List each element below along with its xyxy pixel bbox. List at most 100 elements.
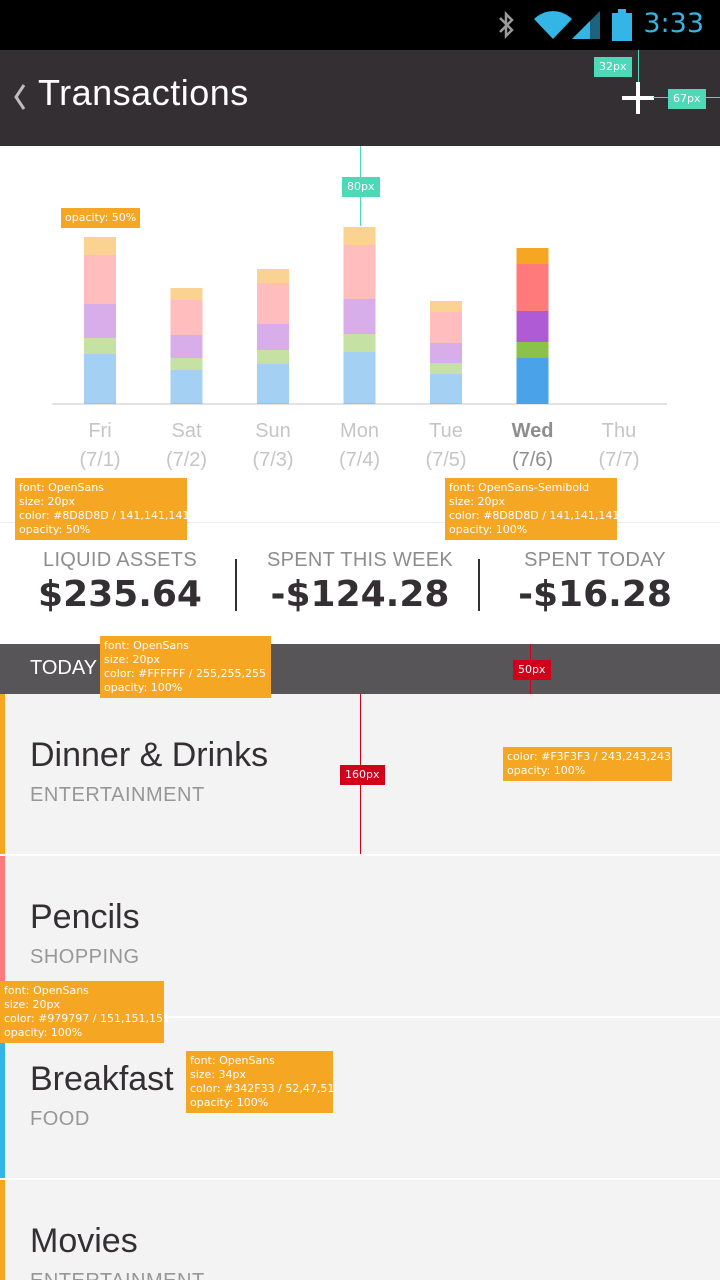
spec-line: size: 20px — [4, 998, 61, 1011]
screen: 3:33 Transactions Fri (7/1) Sat (7/2) Sun (7/… — [0, 0, 720, 1280]
battery-icon — [612, 9, 632, 41]
transaction-category: SHOPPING — [30, 946, 140, 968]
spec-annotation: font: OpenSans size: 20px color: #8D8D8D… — [15, 478, 190, 540]
spent-today-value: -$16.28 — [518, 574, 672, 615]
bar-segment[interactable] — [170, 300, 203, 335]
spec-line: opacity: 100% — [190, 1096, 269, 1109]
bar-segment[interactable] — [343, 299, 376, 334]
bar-segment[interactable] — [257, 350, 289, 364]
bar-segment[interactable] — [170, 358, 203, 370]
measure-line — [638, 50, 639, 82]
transaction-name: Dinner & Drinks — [30, 736, 269, 774]
transaction-category: ENTERTAINMENT — [30, 1270, 205, 1280]
day-label[interactable]: Sat (7/2) — [147, 420, 227, 472]
day-label[interactable]: Thu (7/7) — [579, 420, 659, 472]
day-date: (7/7) — [598, 449, 640, 471]
category-color-strip — [0, 1180, 5, 1280]
day-label[interactable]: Fri (7/1) — [60, 420, 140, 472]
transaction-name: Movies — [30, 1222, 138, 1260]
spec-annotation: font: OpenSans-Semibold size: 20px color… — [445, 478, 620, 540]
spec-line: color: #8D8D8D / 141,141,141 — [449, 509, 620, 522]
spec-line: opacity: 100% — [507, 764, 586, 777]
spec-annotation: font: OpenSans size: 20px color: #979797… — [0, 981, 170, 1043]
measure-label: 160px — [340, 765, 385, 785]
bar-segment[interactable] — [516, 358, 549, 404]
spec-line: opacity: 100% — [104, 681, 183, 694]
spec-line: color: #FFFFFF / 255,255,255 — [104, 667, 266, 680]
add-transaction-icon[interactable] — [618, 78, 658, 118]
spec-line: font: OpenSans — [104, 639, 189, 652]
spec-line: color: #8D8D8D / 141,141,141 — [19, 509, 190, 522]
day-date: (7/4) — [338, 449, 381, 471]
summary-bar: LIQUID ASSETS $235.64 SPENT THIS WEEK -$… — [0, 522, 720, 644]
page-title: Transactions — [38, 72, 249, 113]
bar-segment[interactable] — [170, 370, 203, 404]
spec-line: font: OpenSans-Semibold — [449, 481, 590, 494]
spent-week-value: -$124.28 — [270, 574, 450, 615]
bar-segment[interactable] — [343, 352, 376, 404]
bar-segment[interactable] — [430, 343, 462, 363]
day-date: (7/6) — [511, 449, 554, 471]
bar-segment[interactable] — [343, 334, 376, 352]
signal-icon — [572, 11, 600, 39]
bar-segment[interactable] — [430, 363, 462, 374]
bar-segment[interactable] — [516, 248, 549, 264]
bar-segment[interactable] — [84, 255, 116, 304]
spec-line: opacity: 100% — [4, 1026, 83, 1039]
bar-segment[interactable] — [170, 335, 203, 358]
bar-segment[interactable] — [430, 301, 462, 312]
bluetooth-icon — [499, 10, 514, 40]
bar-segment[interactable] — [516, 311, 549, 342]
day-date: (7/3) — [252, 449, 294, 471]
bar-segment[interactable] — [257, 269, 289, 283]
bar-segment[interactable] — [516, 264, 549, 311]
bar-segment[interactable] — [257, 324, 289, 350]
bar-segment[interactable] — [170, 288, 203, 300]
transaction-category: ENTERTAINMENT — [30, 784, 205, 806]
day-label[interactable]: Mon (7/4) — [320, 420, 400, 472]
day-name: Sat — [171, 420, 202, 442]
liquid-assets-value: $235.64 — [38, 574, 202, 615]
measure-label: 50px — [513, 660, 551, 680]
clock: 3:33 — [643, 8, 704, 39]
spec-line: size: 20px — [19, 495, 76, 508]
spec-annotation: opacity: 50% — [61, 208, 141, 228]
wifi-icon — [534, 11, 572, 39]
day-label[interactable]: Tue (7/5) — [406, 420, 486, 472]
day-name: Fri — [88, 420, 112, 442]
bar-segment[interactable] — [84, 237, 116, 255]
status-bar: 3:33 — [0, 0, 720, 50]
spec-line: font: OpenSans — [4, 984, 89, 997]
day-name: Thu — [601, 420, 637, 442]
measure-label: 32px — [594, 57, 632, 77]
section-header-label: TODAY — [30, 657, 98, 679]
bar-segment[interactable] — [430, 312, 462, 343]
spec-annotation: font: OpenSans size: 34px color: #342F33… — [186, 1051, 335, 1113]
measure-label: 67px — [668, 89, 706, 109]
day-label[interactable]: Sun (7/3) — [233, 420, 313, 472]
bar-segment[interactable] — [84, 338, 116, 354]
liquid-assets-label: LIQUID ASSETS — [43, 549, 197, 571]
bar-segment[interactable] — [84, 354, 116, 404]
bar-segment[interactable] — [257, 283, 289, 324]
summary-divider — [478, 559, 480, 611]
spec-line: color: #F3F3F3 / 243,243,243 — [507, 750, 671, 763]
bar-segment[interactable] — [84, 304, 116, 338]
spec-line: size: 34px — [190, 1068, 247, 1081]
day-date: (7/5) — [425, 449, 467, 471]
day-name: Mon — [340, 420, 379, 442]
spec-annotation: color: #F3F3F3 / 243,243,243 opacity: 10… — [503, 747, 672, 781]
day-name: Tue — [429, 420, 463, 442]
day-date: (7/2) — [165, 449, 208, 471]
bar-segment[interactable] — [343, 245, 376, 299]
transaction-item[interactable]: Movies ENTERTAINMENT — [0, 1180, 720, 1280]
bar-segment[interactable] — [257, 364, 289, 404]
spec-line: font: OpenSans — [19, 481, 104, 494]
back-chevron-icon[interactable] — [8, 72, 30, 122]
day-label[interactable]: Wed (7/6) — [493, 420, 573, 472]
bar-segment[interactable] — [343, 227, 376, 245]
bar-segment[interactable] — [430, 374, 462, 404]
transaction-category: FOOD — [30, 1108, 90, 1130]
spec-line: color: #342F33 / 52,47,51 — [190, 1082, 335, 1095]
bar-segment[interactable] — [516, 342, 549, 358]
